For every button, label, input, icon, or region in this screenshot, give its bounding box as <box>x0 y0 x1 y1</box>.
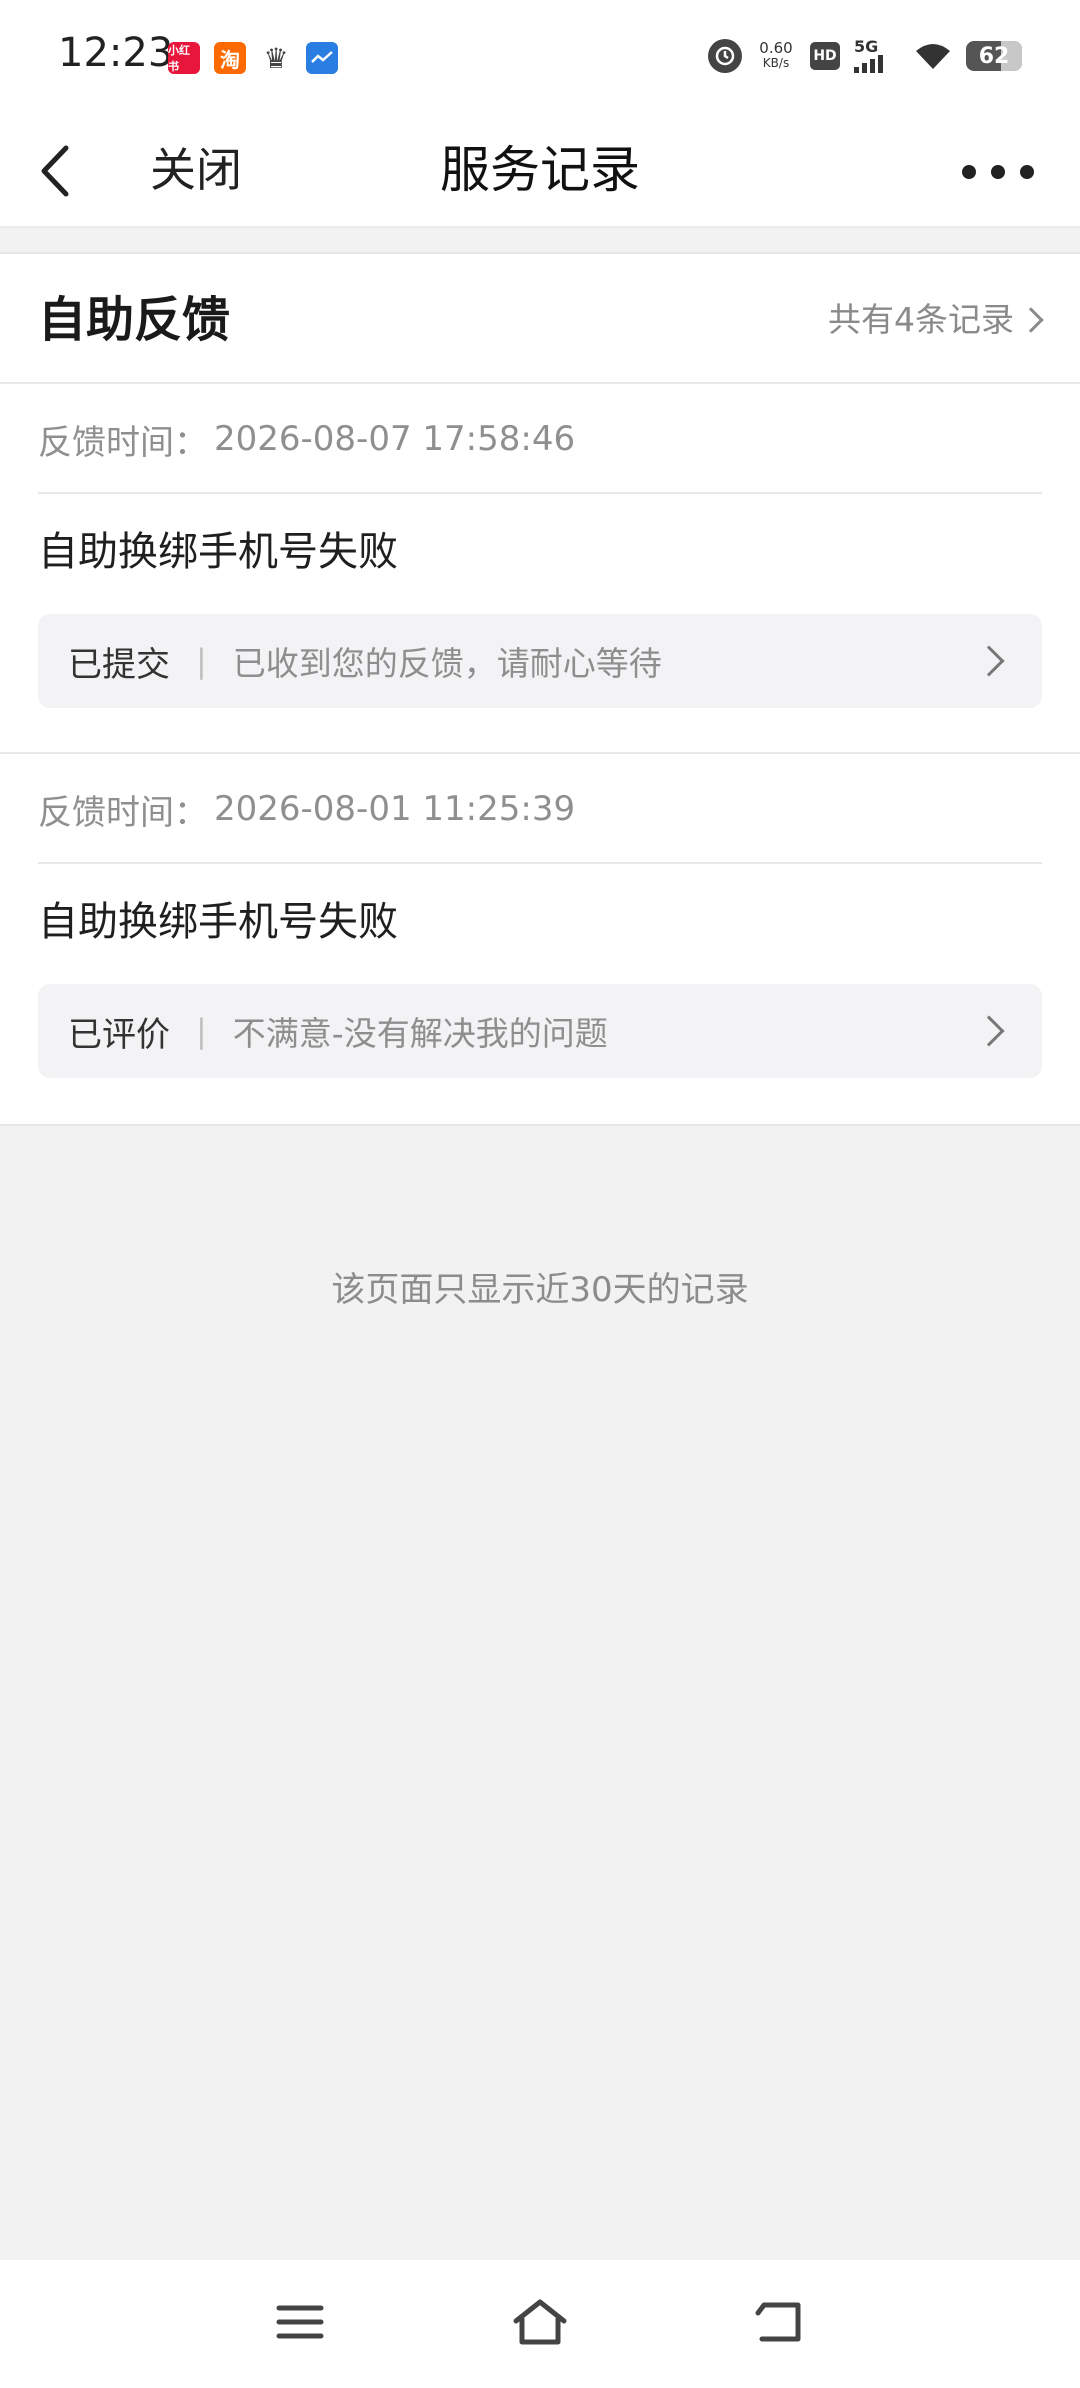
status-separator: | <box>196 642 207 680</box>
alarm-icon <box>708 39 742 73</box>
feedback-card: 自助反馈 共有4条记录 反馈时间： 2026-08-07 17:58:46 自助… <box>0 252 1080 1126</box>
notification-icons: 小红书 淘 ♛ <box>168 41 338 75</box>
status-time: 12:23 <box>58 30 174 76</box>
page-title: 服务记录 <box>440 141 640 199</box>
chevron-right-icon <box>973 1015 1005 1047</box>
record-time-value: 2026-08-07 17:58:46 <box>214 419 576 459</box>
menu-icon[interactable] <box>264 2290 336 2354</box>
status-label: 已提交 <box>68 644 170 685</box>
record-time-value: 2026-08-01 11:25:39 <box>214 789 576 829</box>
network-type: 5G <box>854 37 879 56</box>
weather-icon <box>306 42 338 74</box>
home-icon[interactable] <box>504 2290 576 2354</box>
battery-icon: 62 <box>966 41 1022 71</box>
hd-icon: HD <box>810 42 840 70</box>
status-bar: 12:23 小红书 淘 ♛ 0.60 KB/s HD 5G 62 <box>0 0 1080 116</box>
record-status-row[interactable]: 已评价 | 不满意-没有解决我的问题 <box>38 984 1042 1078</box>
card-header: 自助反馈 共有4条记录 <box>0 254 1080 384</box>
system-nav-bar <box>0 2260 1080 2388</box>
crown-icon: ♛ <box>263 41 289 75</box>
system-icons: 0.60 KB/s HD 5G 62 <box>708 38 1022 74</box>
record-time-label: 反馈时间： <box>38 422 208 463</box>
nav-bar: 关闭 服务记录 <box>0 116 1080 228</box>
signal-icon: 5G <box>854 38 900 74</box>
record-time-row: 反馈时间： 2026-08-01 11:25:39 <box>38 756 1042 864</box>
status-separator: | <box>196 1012 207 1050</box>
screen: 12:23 小红书 淘 ♛ 0.60 KB/s HD 5G 62 关闭 服务记录… <box>0 0 1080 2388</box>
net-speed-value: 0.60 <box>759 39 793 57</box>
record-divider <box>0 752 1080 754</box>
status-message: 已收到您的反馈，请耐心等待 <box>232 644 662 683</box>
chevron-right-icon <box>1018 307 1044 333</box>
record-time-row: 反馈时间： 2026-08-07 17:58:46 <box>38 386 1042 494</box>
record-status-row[interactable]: 已提交 | 已收到您的反馈，请耐心等待 <box>38 614 1042 708</box>
xiaodian-app-icon: 小红书 <box>168 42 200 74</box>
wifi-icon <box>914 38 952 74</box>
more-options-icon[interactable] <box>962 152 1034 192</box>
record-title: 自助换绑手机号失败 <box>38 899 398 945</box>
footer-note: 该页面只显示近30天的记录 <box>331 1270 749 1310</box>
record-title: 自助换绑手机号失败 <box>38 529 398 575</box>
record-count: 共有4条记录 <box>828 300 1014 339</box>
record-time-label: 反馈时间： <box>38 792 208 833</box>
section-title: 自助反馈 <box>38 292 231 348</box>
net-speed-unit: KB/s <box>762 56 790 70</box>
record-count-link[interactable]: 共有4条记录 <box>828 298 1044 342</box>
chevron-right-icon <box>973 645 1005 677</box>
taobao-icon: 淘 <box>214 42 246 74</box>
net-speed: 0.60 KB/s <box>756 38 796 74</box>
back-nav-icon[interactable] <box>744 2290 816 2354</box>
status-message: 不满意-没有解决我的问题 <box>232 1014 608 1053</box>
battery-level: 62 <box>978 43 1010 69</box>
status-label: 已评价 <box>68 1014 170 1055</box>
